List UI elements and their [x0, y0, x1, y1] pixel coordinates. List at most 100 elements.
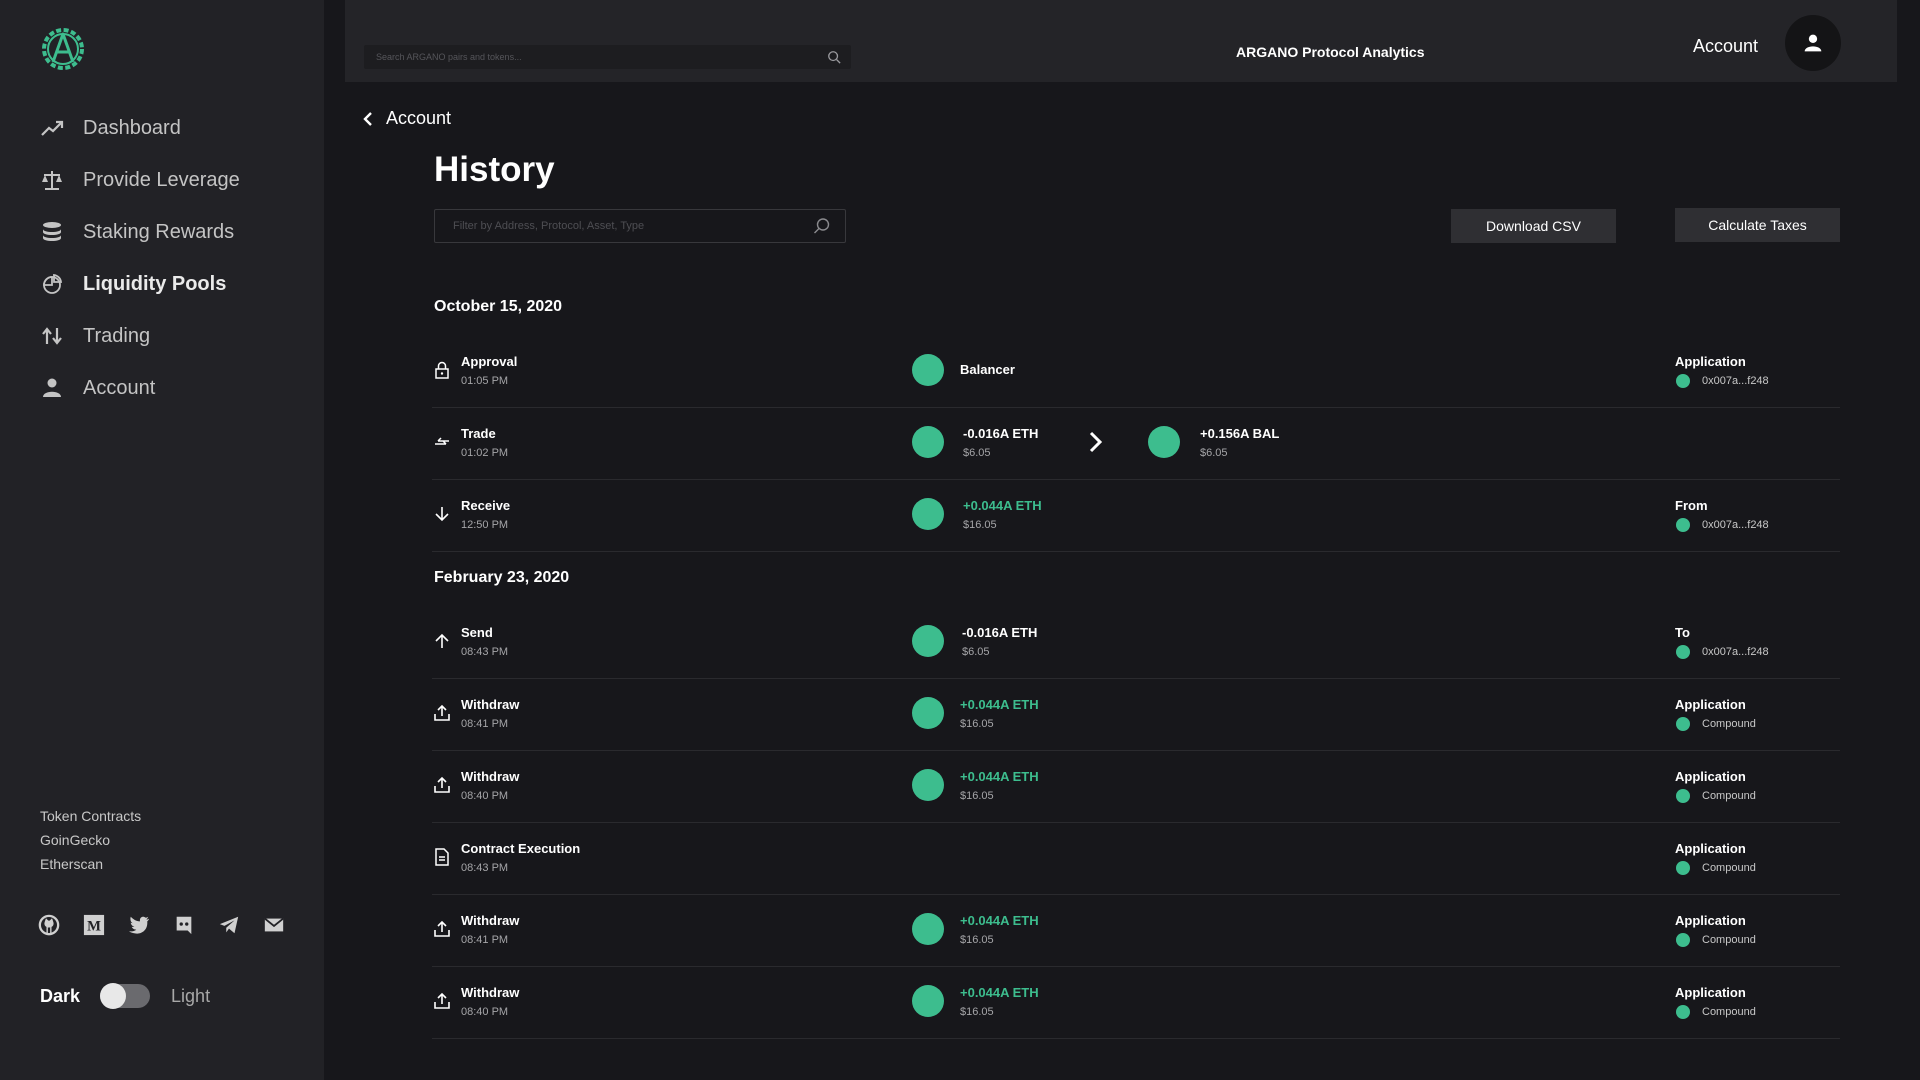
account-link[interactable]: Account: [1693, 36, 1758, 57]
tx-usd: $16.05: [963, 519, 997, 531]
document-icon: [432, 847, 452, 867]
swap-vertical-icon: [40, 324, 64, 348]
tx-time: 01:02 PM: [461, 447, 509, 459]
history-row[interactable]: Send 08:43 PM -0.016A ETH $6.05 To 0x007…: [432, 607, 1840, 679]
filter-input[interactable]: [435, 220, 813, 232]
svg-text:M: M: [87, 919, 101, 935]
back-label: Account: [386, 108, 452, 128]
tx-usd: $16.05: [960, 718, 994, 730]
search-input[interactable]: [364, 52, 827, 62]
date-group-heading: February 23, 2020: [434, 569, 570, 586]
address-icon: [1676, 374, 1690, 388]
tx-type: Receive: [461, 498, 511, 513]
meta-value[interactable]: Compound: [1702, 862, 1756, 874]
tx-time: 08:43 PM: [461, 646, 509, 658]
footer-links: Token Contracts GoinGecko Etherscan: [40, 804, 141, 876]
meta-value[interactable]: Compound: [1702, 718, 1756, 730]
history-row[interactable]: Trade 01:02 PM -0.016A ETH $6.05 +0.156A…: [432, 408, 1840, 480]
meta-value[interactable]: Compound: [1702, 790, 1756, 802]
history-row[interactable]: Withdraw 08:40 PM +0.044A ETH $16.05 App…: [432, 967, 1840, 1039]
token-icon: [912, 697, 944, 729]
token-icon: [912, 426, 944, 458]
history-row[interactable]: Withdraw 08:41 PM +0.044A ETH $16.05 App…: [432, 895, 1840, 967]
swap-icon: [432, 432, 452, 452]
tx-type: Withdraw: [461, 985, 520, 1000]
sidebar-item-dashboard[interactable]: Dashboard: [40, 102, 240, 154]
tx-amount: -0.016A ETH: [963, 426, 1039, 441]
calculate-taxes-button[interactable]: Calculate Taxes: [1675, 208, 1840, 242]
github-icon[interactable]: [38, 914, 60, 936]
sidebar-item-label: Liquidity Pools: [83, 272, 227, 295]
arrow-up-icon: [432, 631, 452, 651]
sidebar-item-account[interactable]: Account: [40, 362, 240, 414]
tx-amount: +0.044A ETH: [960, 985, 1039, 1000]
meta-label: From: [1675, 498, 1708, 513]
download-csv-button[interactable]: Download CSV: [1451, 209, 1616, 243]
twitter-icon[interactable]: [128, 914, 150, 936]
token-icon: [912, 913, 944, 945]
history-row[interactable]: Withdraw 08:41 PM +0.044A ETH $16.05 App…: [432, 679, 1840, 751]
social-links: M: [38, 914, 285, 936]
theme-light-label: Light: [171, 985, 211, 1006]
user-icon: [40, 376, 64, 400]
address-icon: [1676, 518, 1690, 532]
history-row[interactable]: Withdraw 08:40 PM +0.044A ETH $16.05 App…: [432, 751, 1840, 823]
history-row[interactable]: Receive 12:50 PM +0.044A ETH $16.05 From…: [432, 480, 1840, 552]
argano-logo-icon[interactable]: [38, 24, 88, 74]
sidebar-item-liquidity-pools[interactable]: Liquidity Pools: [40, 258, 240, 310]
meta-label: Application: [1675, 985, 1746, 1000]
tx-time: 08:43 PM: [461, 862, 509, 874]
tx-time: 08:40 PM: [461, 790, 509, 802]
compound-icon: [1676, 789, 1690, 803]
upload-icon: [432, 775, 452, 795]
link-token-contracts[interactable]: Token Contracts: [40, 804, 141, 828]
tx-time: 01:05 PM: [461, 375, 509, 387]
meta-value[interactable]: Compound: [1702, 934, 1756, 946]
token-icon: [912, 354, 944, 386]
tx-type: Contract Execution: [461, 841, 581, 856]
tx-amount: +0.044A ETH: [960, 769, 1039, 784]
tx-usd: $6.05: [1200, 447, 1228, 459]
sidebar-item-trading[interactable]: Trading: [40, 310, 240, 362]
tx-type: Approval: [461, 354, 518, 369]
theme-toggle[interactable]: [100, 983, 151, 1009]
compound-icon: [1676, 717, 1690, 731]
sidebar-item-label: Dashboard: [83, 116, 181, 139]
link-etherscan[interactable]: Etherscan: [40, 852, 141, 876]
sidebar-item-label: Account: [83, 376, 156, 399]
medium-icon[interactable]: M: [83, 914, 105, 936]
token-icon: [912, 985, 944, 1017]
avatar[interactable]: [1785, 15, 1841, 71]
search-bar: [364, 45, 851, 69]
tx-amount: +0.156A BAL: [1200, 426, 1280, 441]
sidebar-item-staking-rewards[interactable]: Staking Rewards: [40, 206, 240, 258]
compound-icon: [1676, 1005, 1690, 1019]
tx-amount: +0.044A ETH: [960, 697, 1039, 712]
telegram-icon[interactable]: [218, 914, 240, 936]
tx-usd: $6.05: [962, 646, 990, 658]
token-icon: [912, 498, 944, 530]
meta-label: To: [1675, 625, 1690, 640]
toggle-knob: [100, 983, 127, 1009]
discord-icon[interactable]: [173, 914, 195, 936]
sidebar-item-provide-leverage[interactable]: Provide Leverage: [40, 154, 240, 206]
page-title: History: [434, 150, 555, 189]
email-icon[interactable]: [263, 914, 285, 936]
tx-type: Withdraw: [461, 769, 520, 784]
pie-chart-icon: [40, 272, 64, 296]
search-icon[interactable]: [827, 50, 841, 64]
tx-usd: $16.05: [960, 790, 994, 802]
link-coingecko[interactable]: GoinGecko: [40, 828, 141, 852]
meta-value[interactable]: 0x007a...f248: [1702, 375, 1769, 387]
tx-type: Withdraw: [461, 913, 520, 928]
back-link[interactable]: Account: [362, 108, 451, 129]
search-icon[interactable]: [813, 217, 831, 235]
meta-value[interactable]: 0x007a...f248: [1702, 646, 1769, 658]
meta-value[interactable]: Compound: [1702, 1006, 1756, 1018]
tx-usd: $16.05: [960, 934, 994, 946]
history-row[interactable]: Approval 01:05 PM Balancer Application 0…: [432, 336, 1840, 408]
history-row[interactable]: Contract Execution 08:43 PM Application …: [432, 823, 1840, 895]
meta-value[interactable]: 0x007a...f248: [1702, 519, 1769, 531]
tx-amount: +0.044A ETH: [960, 913, 1039, 928]
sidebar-item-label: Trading: [83, 324, 151, 347]
